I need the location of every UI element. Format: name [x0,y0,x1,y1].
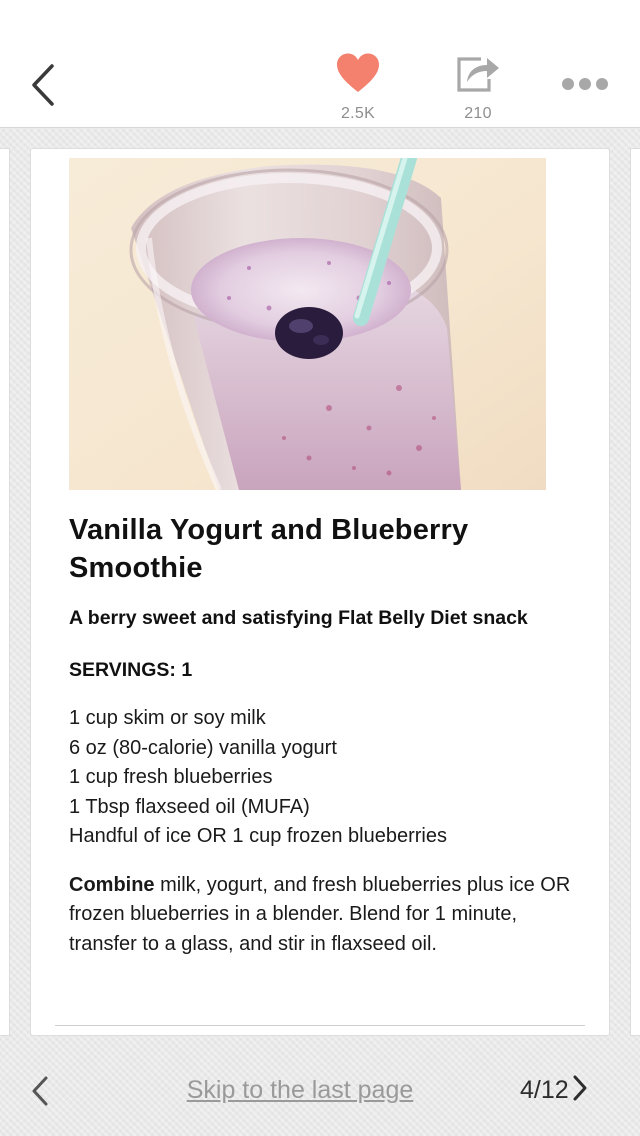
ingredient-item: 1 cup skim or soy milk [69,707,266,729]
skip-to-last-page-link[interactable]: Skip to the last page [0,1076,600,1105]
ingredient-item: 6 oz (80-calorie) vanilla yogurt [69,736,337,759]
recipe-directions: Combine milk, yogurt, and fresh blueberr… [69,871,579,960]
share-button[interactable]: 210 [438,52,518,123]
more-dots-icon [562,78,608,90]
ingredient-item: Handful of ice OR 1 cup frozen blueberri… [69,825,447,847]
directions-lead: Combine [69,873,155,896]
heart-icon [337,53,379,92]
recipe-reader-screen: 2.5K 210 Vanilla Yogurt and Blueberry Sm… [0,0,640,1136]
share-icon [457,57,499,92]
ingredient-item: 1 Tbsp flaxseed oil (MUFA) [69,795,310,818]
servings-label: SERVINGS: 1 [69,659,193,681]
ingredients-list: 1 cup skim or soy milk 6 oz (80-calorie)… [69,704,579,852]
card-divider [55,1025,585,1026]
more-options-button[interactable] [556,70,614,98]
like-button[interactable]: 2.5K [318,52,398,123]
recipe-title: Vanilla Yogurt and Blueberry Smoothie [69,514,469,584]
chevron-right-icon [573,1075,587,1101]
shares-count: 210 [464,105,492,122]
smoothie-photo [69,158,546,490]
bottom-nav: Skip to the last page 4/12 [0,1040,640,1136]
back-button[interactable] [22,60,66,110]
previous-card-peek[interactable] [0,148,10,1036]
ingredient-item: 1 cup fresh blueberries [69,766,273,788]
likes-count: 2.5K [340,105,376,122]
top-bar: 2.5K 210 [0,0,640,128]
chevron-left-icon [32,64,54,106]
next-card-peek[interactable] [630,148,640,1036]
page-indicator: 4/12 [520,1076,569,1104]
recipe-card: Vanilla Yogurt and Blueberry Smoothie A … [30,148,610,1036]
recipe-subtitle: A berry sweet and satisfying Flat Belly … [69,607,528,629]
recipe-content: Vanilla Yogurt and Blueberry Smoothie A … [69,511,579,959]
next-page-button[interactable]: 4/12 [520,1074,620,1110]
